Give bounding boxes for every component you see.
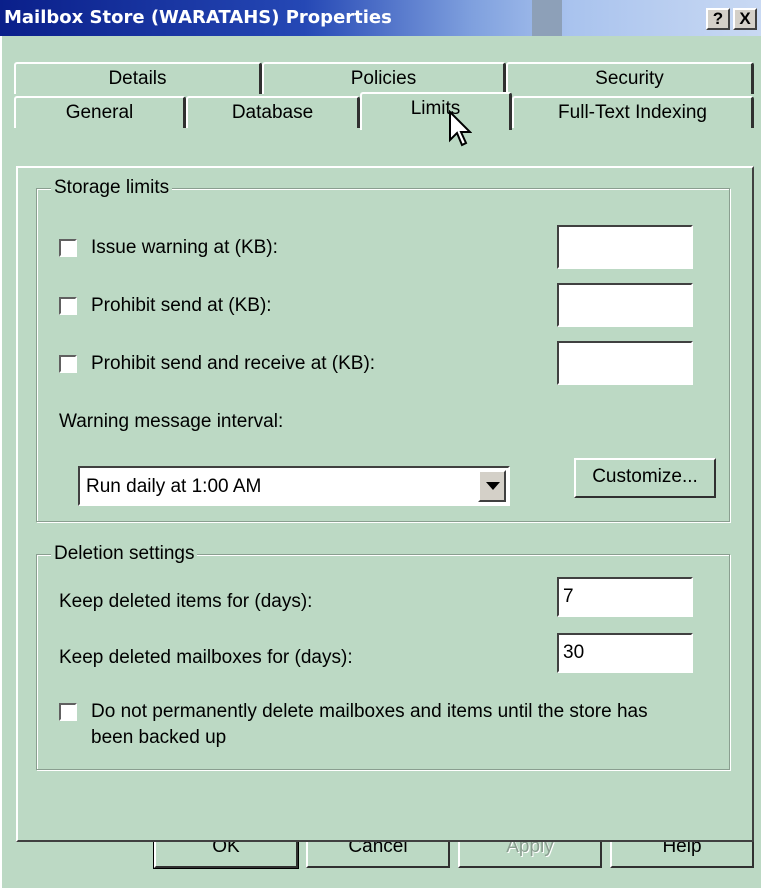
backup-label-line1: Do not permanently delete mailboxes and … xyxy=(91,701,648,722)
customize-button[interactable]: Customize... xyxy=(574,458,716,498)
deletion-settings-group: Deletion settings Keep deleted items for… xyxy=(36,543,730,770)
tab-database[interactable]: Database xyxy=(186,96,360,128)
issue-warning-checkbox[interactable] xyxy=(59,239,77,257)
keep-items-field[interactable] xyxy=(557,577,693,617)
window-title: Mailbox Store (WARATAHS) Properties xyxy=(4,7,392,28)
prohibit-send-receive-label: Prohibit send and receive at (KB): xyxy=(91,353,376,374)
issue-warning-field[interactable] xyxy=(557,225,693,269)
chevron-down-icon[interactable] xyxy=(478,470,506,502)
backup-checkbox[interactable] xyxy=(59,703,77,721)
tab-security[interactable]: Security xyxy=(506,62,754,94)
help-title-button[interactable]: ? xyxy=(706,8,730,30)
prohibit-send-receive-checkbox[interactable] xyxy=(59,355,77,373)
dialog-body: Details Policies Security General Databa… xyxy=(0,36,761,888)
title-bar: Mailbox Store (WARATAHS) Properties ? X xyxy=(0,0,761,36)
prohibit-send-receive-field[interactable] xyxy=(557,341,693,385)
mouse-pointer-icon xyxy=(449,110,472,147)
backup-label-line2: been backed up xyxy=(91,727,227,748)
tab-policies[interactable]: Policies xyxy=(262,62,506,94)
title-bar-segment xyxy=(532,0,562,36)
limits-panel: Storage limits Issue warning at (KB): Pr… xyxy=(16,166,754,842)
deletion-settings-legend: Deletion settings xyxy=(51,543,198,565)
issue-warning-label: Issue warning at (KB): xyxy=(91,237,278,258)
warning-interval-value: Run daily at 1:00 AM xyxy=(86,476,262,497)
prohibit-send-checkbox[interactable] xyxy=(59,297,77,315)
tab-general[interactable]: General xyxy=(14,96,186,128)
tab-limits[interactable]: Limits xyxy=(360,92,512,130)
keep-mailboxes-field[interactable] xyxy=(557,633,693,673)
warning-interval-select[interactable]: Run daily at 1:00 AM xyxy=(78,466,510,506)
warning-interval-label: Warning message interval: xyxy=(59,411,284,432)
tab-full-text-indexing[interactable]: Full-Text Indexing xyxy=(512,96,754,128)
keep-items-label: Keep deleted items for (days): xyxy=(59,591,313,612)
tab-details[interactable]: Details xyxy=(14,62,262,94)
prohibit-send-label: Prohibit send at (KB): xyxy=(91,295,272,316)
storage-limits-legend: Storage limits xyxy=(51,177,173,199)
close-button[interactable]: X xyxy=(733,8,757,30)
prohibit-send-field[interactable] xyxy=(557,283,693,327)
keep-mailboxes-label: Keep deleted mailboxes for (days): xyxy=(59,647,353,668)
